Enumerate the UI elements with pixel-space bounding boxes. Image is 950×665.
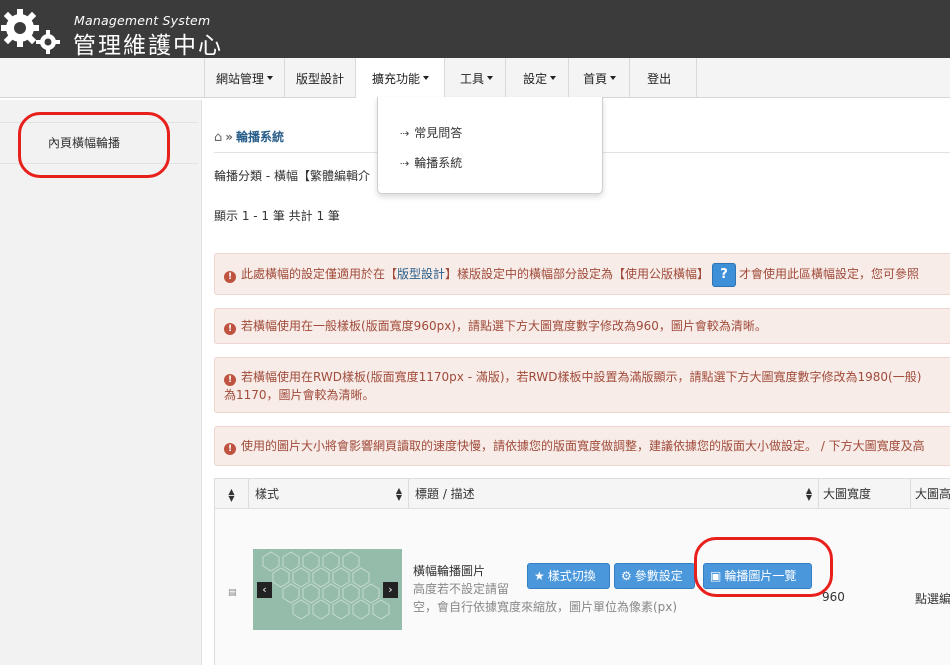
- nav-tools[interactable]: 工具: [444, 58, 505, 98]
- breadcrumb-current[interactable]: 輪播系統: [236, 130, 284, 144]
- drag-handle-icon[interactable]: ▤: [228, 588, 237, 598]
- nav-label: 設定: [523, 71, 548, 86]
- sort-icon: ▲ ▼: [395, 486, 402, 502]
- alert-rwd-notice: ! 若橫幅使用在RWD樣板(版面寬度1170px - 滿版)，若RWD樣板中設置為…: [214, 357, 950, 413]
- button-label: 參數設定: [634, 569, 683, 583]
- help-button[interactable]: ?: [712, 262, 737, 287]
- image-icon: ▣: [710, 569, 722, 583]
- parameter-settings-button[interactable]: ⚙ 參數設定: [614, 563, 695, 589]
- arrow-right-icon: ⇢: [400, 157, 410, 170]
- table-header: ▲ ▼ 樣式 ▲ ▼ 標題 / 描述 ▲ ▼ 大圖寬度 大圖高: [215, 479, 950, 509]
- sort-handle-header[interactable]: ▲ ▼: [215, 479, 249, 509]
- exclamation-icon: !: [224, 374, 236, 386]
- banner-table: ▲ ▼ 樣式 ▲ ▼ 標題 / 描述 ▲ ▼ 大圖寬度 大圖高 ▤ ‹ › 橫幅…: [214, 478, 950, 665]
- alert-text: 才會使用此區橫幅設定，您可參照: [739, 267, 920, 281]
- column-header-width[interactable]: 大圖寬度: [819, 479, 911, 509]
- main-nav: 網站管理 版型設計 擴充功能 工具 設定 首頁 登出: [0, 58, 950, 98]
- record-count: 顯示 1 - 1 筆 共計 1 筆: [214, 209, 340, 223]
- exclamation-icon: !: [224, 271, 236, 283]
- nav-label: 首頁: [583, 71, 608, 86]
- nav-template-design[interactable]: 版型設計: [284, 58, 355, 98]
- sidebar-item-label: 內頁橫幅輪播: [48, 136, 121, 150]
- gear-icon: ⚙: [621, 569, 632, 583]
- carousel-images-button[interactable]: ▣ 輪播圖片一覽: [703, 563, 812, 589]
- alert-text: 若橫幅使用在一般樣板(版面寬度960px)，請點選下方大圖寬度數字修改為960，…: [241, 319, 767, 333]
- breadcrumb: ⌂» 輪播系統: [214, 128, 284, 145]
- nav-label: 版型設計: [296, 71, 345, 86]
- sort-icon: ▲ ▼: [805, 486, 812, 502]
- alert-960-notice: ! 若橫幅使用在一般樣板(版面寬度960px)，請點選下方大圖寬度數字修改為960…: [214, 308, 950, 344]
- gear-logo-icon: [1, 9, 60, 54]
- column-label: 標題 / 描述: [415, 487, 475, 501]
- alert-image-size-notice: ! 使用的圖片大小將會影響網頁讀取的速度快慢，請依據您的版面寬度做調整，建議依據您…: [214, 426, 950, 466]
- sidebar-item-inner-banner[interactable]: 內頁橫幅輪播: [0, 122, 198, 164]
- alert-text: 】樣版設定中的橫幅部分設定為【使用公版橫幅】: [445, 267, 710, 281]
- thumbnail-prev-button[interactable]: ‹: [257, 582, 272, 598]
- category-label: 輪播分類 - 橫幅【繁體編輯介: [214, 169, 370, 183]
- logo[interactable]: Management System 管理維護中心: [0, 4, 260, 59]
- alert-text: 使用的圖片大小將會影響網頁讀取的速度快慢，請依據您的版面寬度做調整，建議依據您的…: [241, 439, 925, 453]
- nav-label: 網站管理: [216, 71, 265, 86]
- caret-down-icon: [610, 76, 617, 80]
- dropdown-item-carousel[interactable]: ⇢ 輪播系統: [400, 154, 462, 171]
- dropdown-label: 輪播系統: [414, 156, 463, 170]
- nav-site-management[interactable]: 網站管理: [204, 58, 284, 98]
- sort-icon: ▲ ▼: [228, 486, 235, 503]
- home-icon[interactable]: ⌂: [214, 130, 222, 145]
- column-label: 大圖高: [915, 487, 950, 501]
- dropdown-item-faq[interactable]: ⇢ 常見問答: [400, 124, 462, 141]
- logo-title: 管理維護中心: [73, 33, 223, 59]
- nav-label: 擴充功能: [372, 71, 421, 86]
- banner-title: 橫幅輪播圖片: [413, 564, 486, 578]
- column-label: 樣式: [255, 487, 280, 501]
- dropdown-label: 常見問答: [414, 126, 463, 140]
- nav-settings[interactable]: 設定: [505, 58, 568, 98]
- button-label: 樣式切換: [547, 569, 596, 583]
- alert-text: 此處橫幅的設定僅適用於在【: [241, 267, 398, 281]
- column-label: 大圖寬度: [823, 487, 872, 501]
- hexagon-pattern-image: [253, 549, 402, 630]
- column-header-style[interactable]: 樣式 ▲ ▼: [249, 479, 409, 509]
- column-header-title[interactable]: 標題 / 描述 ▲ ▼: [409, 479, 819, 509]
- top-header: Management System 管理維護中心: [0, 0, 950, 59]
- caret-down-icon: [423, 76, 430, 80]
- caret-down-icon: [487, 76, 494, 80]
- alert-text: 若橫幅使用在RWD樣板(版面寬度1170px - 滿版)，若RWD樣板中設置為滿…: [241, 370, 922, 384]
- exclamation-icon: !: [224, 323, 236, 335]
- nav-label: 登出: [647, 71, 672, 86]
- style-switch-button[interactable]: ★ 樣式切換: [527, 563, 610, 589]
- extensions-dropdown: ⇢ 常見問答 ⇢ 輪播系統: [377, 97, 603, 194]
- nav-label: 工具: [460, 71, 485, 86]
- column-header-height[interactable]: 大圖高: [911, 479, 950, 509]
- caret-down-icon: [550, 76, 557, 80]
- star-icon: ★: [534, 569, 545, 583]
- breadcrumb-separator: »: [225, 130, 234, 144]
- banner-thumbnail: ‹ ›: [253, 549, 402, 630]
- nav-extensions[interactable]: 擴充功能: [355, 58, 445, 98]
- thumbnail-next-button[interactable]: ›: [383, 582, 398, 598]
- button-label: 輪播圖片一覽: [724, 569, 797, 583]
- table-row: ▤ ‹ › 橫幅輪播圖片 高度若不設定請留 空，會自行依據寬度來縮放，圖片單位為…: [215, 509, 950, 665]
- nav-home[interactable]: 首頁: [568, 58, 629, 98]
- sidebar: 內頁橫幅輪播: [0, 100, 202, 665]
- image-width-value[interactable]: 960: [822, 590, 845, 604]
- description-line: 空，會自行依據寬度來縮放，圖片單位為像素(px): [413, 600, 678, 614]
- template-design-link[interactable]: 版型設計: [397, 267, 445, 281]
- nav-logout[interactable]: 登出: [629, 58, 698, 98]
- exclamation-icon: !: [224, 443, 236, 455]
- nav-menu: 網站管理 版型設計 擴充功能 工具 設定 首頁 登出: [204, 58, 698, 98]
- caret-down-icon: [267, 76, 274, 80]
- alert-text-line2: 為1170，圖片會較為清晰。: [224, 388, 375, 402]
- alert-template-notice: ! 此處橫幅的設定僅適用於在【版型設計】樣版設定中的橫幅部分設定為【使用公版橫幅】…: [214, 253, 950, 295]
- image-height-value[interactable]: 點選編: [915, 590, 950, 607]
- arrow-right-icon: ⇢: [400, 127, 410, 140]
